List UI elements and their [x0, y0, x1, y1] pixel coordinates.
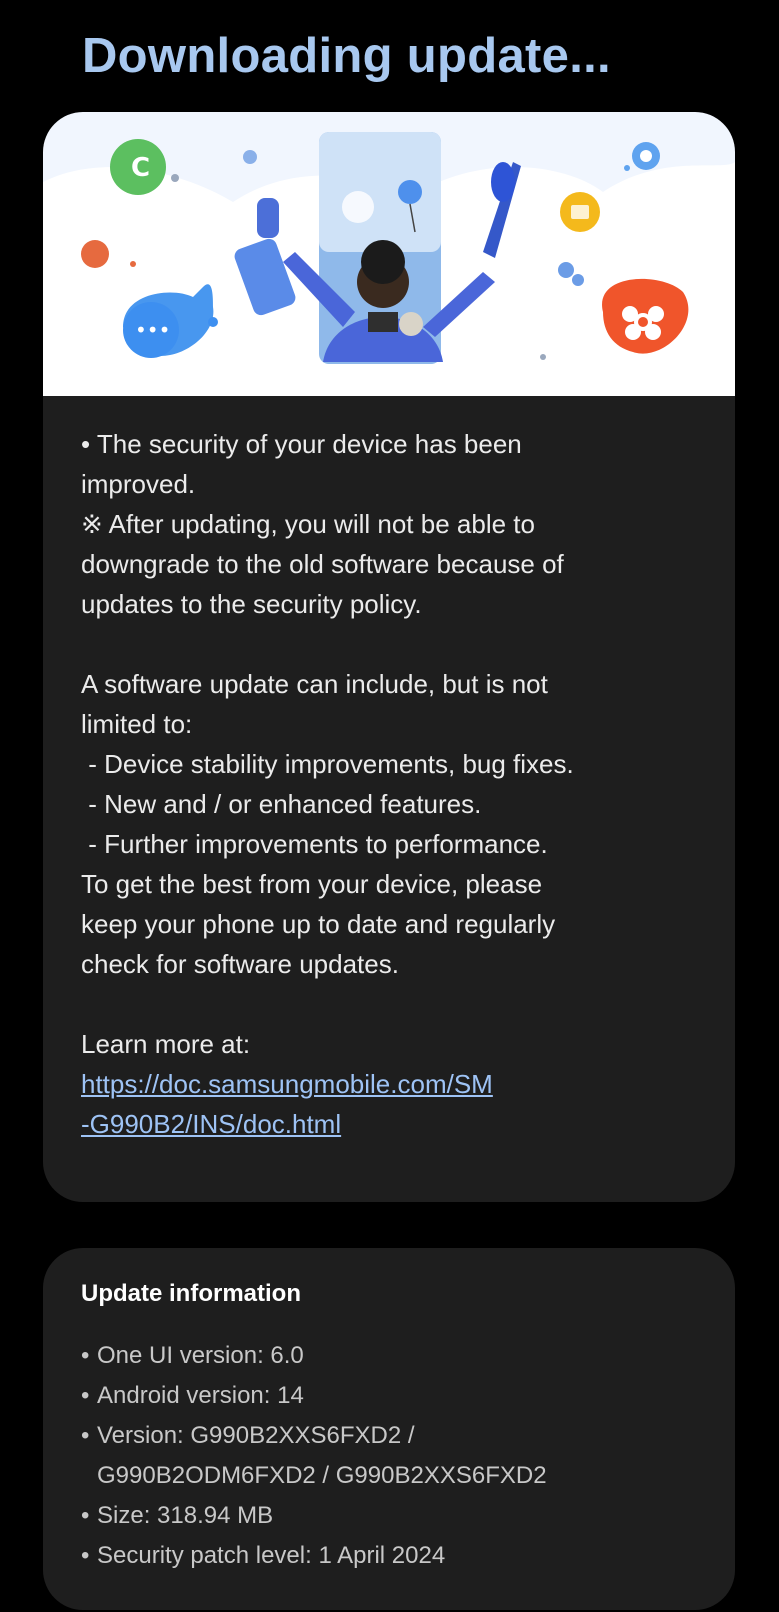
- update-information-card: Update information One UI version: 6.0 A…: [43, 1248, 735, 1610]
- svg-text:C: C: [131, 153, 150, 183]
- documentation-link[interactable]: https://doc.samsungmobile.com/SM -G990B2…: [81, 1064, 721, 1144]
- page-title: Downloading update...: [82, 29, 611, 83]
- note-line: A software update can include, but is no…: [81, 669, 548, 699]
- update-information-title: Update information: [81, 1280, 301, 1307]
- note-line: check for software updates.: [81, 949, 399, 979]
- note-line: updates to the security policy.: [81, 589, 422, 619]
- note-line: improved.: [81, 469, 196, 499]
- note-line: downgrade to the old software because of: [81, 549, 564, 579]
- release-notes-card: C ••• • The security of your device has …: [43, 112, 735, 1202]
- note-line: • The security of your device has been: [81, 429, 522, 459]
- info-one-ui-version: One UI version: 6.0: [81, 1336, 721, 1376]
- note-line: To get the best from your device, please: [81, 869, 543, 899]
- svg-text:•••: •••: [135, 318, 170, 342]
- documentation-link-line[interactable]: -G990B2/INS/doc.html: [81, 1104, 721, 1144]
- note-line: - Device stability improvements, bug fix…: [81, 749, 574, 779]
- note-line: - Further improvements to performance.: [81, 829, 548, 859]
- info-size: Size: 318.94 MB: [81, 1496, 721, 1536]
- update-information-list: One UI version: 6.0 Android version: 14 …: [81, 1336, 721, 1576]
- documentation-link-line[interactable]: https://doc.samsungmobile.com/SM: [81, 1064, 721, 1104]
- learn-more-label: Learn more at:: [81, 1029, 251, 1059]
- note-line: ※ After updating, you will not be able t…: [81, 509, 535, 539]
- info-android-version: Android version: 14: [81, 1376, 721, 1416]
- release-notes: • The security of your device has been i…: [81, 424, 721, 1144]
- note-line: keep your phone up to date and regularly: [81, 909, 556, 939]
- info-version: Version: G990B2XXS6FXD2 /: [81, 1416, 721, 1456]
- update-illustration: C •••: [43, 112, 735, 396]
- note-line: limited to:: [81, 709, 193, 739]
- info-security-patch: Security patch level: 1 April 2024: [81, 1536, 721, 1576]
- info-version-continued: G990B2ODM6FXD2 / G990B2XXS6FXD2: [97, 1462, 547, 1489]
- note-line: - New and / or enhanced features.: [81, 789, 482, 819]
